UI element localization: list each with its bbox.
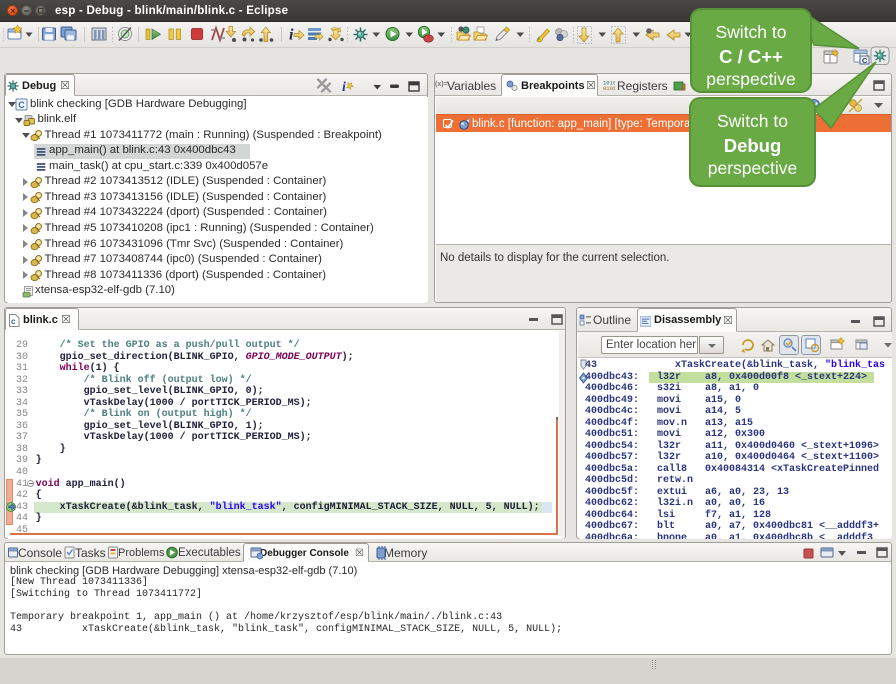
svg-text:c: c	[11, 317, 16, 326]
